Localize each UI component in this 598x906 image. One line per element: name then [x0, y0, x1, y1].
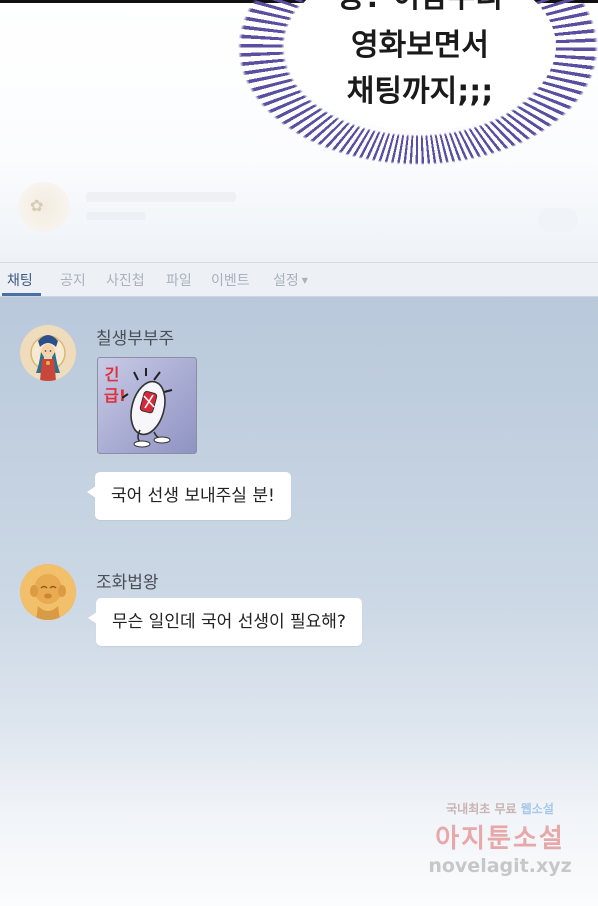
watermark-url: novelagit.xyz	[428, 855, 572, 877]
faded-join-button	[538, 208, 578, 232]
faded-subtitle-bar	[86, 212, 146, 220]
golden-monk-avatar-icon[interactable]	[20, 564, 76, 620]
faded-title-bar	[86, 192, 236, 202]
chevron-down-icon: ▼	[301, 276, 308, 285]
watermark-brand: 아지툰소설	[435, 824, 565, 854]
active-tab-indicator	[2, 293, 41, 296]
emergency-mouse-sticker-icon[interactable]: 긴급!	[97, 357, 197, 454]
watermark-tagline-a: 국내최초 무료	[446, 802, 517, 816]
cafe-logo-icon: ✿	[18, 182, 70, 232]
sender-name: 칠생부부주	[96, 329, 175, 349]
watermark-tagline-b: 웹소설	[520, 802, 554, 816]
tab-settings-label: 설정	[273, 273, 299, 289]
tab-settings[interactable]: 설정 ▼	[273, 270, 308, 290]
chat-bubble[interactable]: 국어 선생 보내주실 분!	[87, 472, 291, 520]
tab-chat[interactable]: 채팅	[7, 270, 33, 290]
watermark-tagline: 국내최초 무료 웹소설	[410, 800, 590, 817]
tab-photo-album[interactable]: 사진첩	[106, 270, 145, 290]
speech-line-3: 채팅까지;;;	[346, 74, 494, 109]
bodhisattva-avatar-icon[interactable]	[20, 325, 76, 381]
chat-bubble[interactable]: 무슨 일인데 국어 선생이 필요해?	[88, 598, 362, 646]
site-watermark: 국내최초 무료 웹소설 아지툰소설 novelagit.xyz	[410, 800, 590, 890]
speech-line-2: 영화보면서	[351, 28, 489, 63]
tab-events[interactable]: 이벤트	[211, 270, 250, 290]
speech-line-1: 응? 이참우리	[300, 0, 540, 18]
tab-notice[interactable]: 공지	[60, 270, 86, 290]
comic-top-panel: 응? 이참우리 영화보면서 채팅까지;;; ✿	[0, 0, 598, 262]
sender-name: 조화법왕	[96, 573, 159, 593]
webtoon-panel: 응? 이참우리 영화보면서 채팅까지;;; ✿ 채팅 공지 사진첩 파일 이벤트…	[0, 0, 598, 906]
tab-bar: 채팅 공지 사진첩 파일 이벤트 설정 ▼	[0, 262, 598, 297]
faded-cafe-header: ✿	[18, 182, 578, 242]
tab-files[interactable]: 파일	[166, 270, 192, 290]
